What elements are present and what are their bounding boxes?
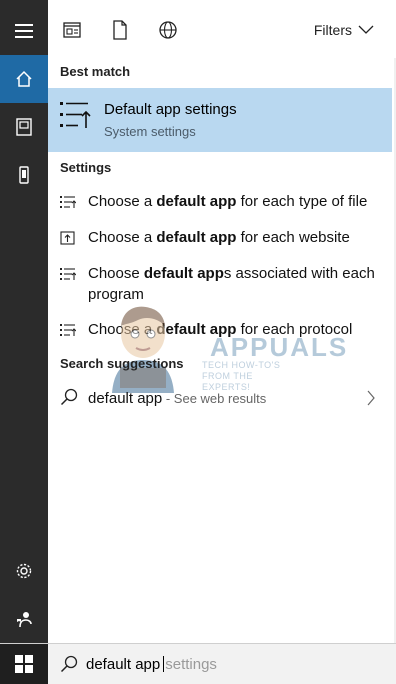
chevron-down-icon [358, 25, 374, 34]
best-match-title: Default app settings [104, 101, 237, 118]
filters-label: Filters [313, 22, 352, 38]
settings-item-file-type[interactable]: Choose a default app for each type of fi… [48, 191, 392, 219]
filters-button[interactable]: Filters [314, 22, 374, 38]
web-suggestion-row[interactable]: default app - See web results [48, 384, 392, 414]
gear-icon [16, 563, 32, 579]
default-apps-icon [60, 102, 91, 128]
best-match-heading: Best match [60, 64, 131, 79]
filter-toolbar: Filters [48, 0, 396, 58]
appuals-watermark: APPUALS TECH HOW-TO'S FROM THE EXPERTS! [98, 298, 346, 393]
home-icon [16, 70, 32, 87]
settings-heading: Settings [60, 160, 112, 175]
left-rail [0, 0, 48, 643]
feedback-icon [17, 612, 32, 628]
taskbar-search-box[interactable]: default app settings [48, 644, 396, 684]
web-icon[interactable] [158, 20, 178, 40]
default-apps-icon [60, 324, 76, 336]
chevron-right-icon [367, 390, 375, 406]
default-apps-icon [60, 268, 76, 280]
taskbar: default app settings [0, 643, 396, 684]
menu-button[interactable] [0, 7, 48, 55]
start-button[interactable] [0, 644, 48, 684]
search-input-text[interactable]: default app [86, 656, 160, 673]
watermark-title: APPUALS [210, 332, 349, 362]
documents-icon[interactable] [110, 20, 130, 40]
suggestion-separator: - [162, 391, 174, 406]
text-caret [163, 656, 165, 672]
search-icon [60, 388, 78, 406]
open-with-icon [60, 231, 75, 245]
document-icon [16, 118, 32, 136]
mascot-logo-icon [112, 306, 174, 393]
search-icon [60, 655, 78, 673]
settings-item-text: Choose a default app for each type of fi… [88, 193, 368, 210]
notebook-button[interactable] [0, 103, 48, 151]
apps-icon[interactable] [62, 20, 82, 40]
suggestion-term: default app [88, 390, 163, 407]
phone-icon [19, 166, 29, 184]
search-autocomplete: settings [165, 655, 217, 673]
home-button[interactable] [0, 55, 48, 103]
hamburger-icon [15, 24, 33, 38]
windows-logo-icon [15, 655, 33, 673]
search-suggestions-heading: Search suggestions [60, 356, 184, 371]
devices-button[interactable] [0, 151, 48, 199]
best-match-subtitle: System settings [104, 124, 196, 139]
suggestion-hint: See web results [173, 391, 267, 406]
feedback-button[interactable] [0, 595, 48, 643]
settings-item-text: Choose a default app for each website [88, 229, 350, 246]
settings-item-website[interactable]: Choose a default app for each website [48, 227, 392, 255]
default-apps-icon [60, 196, 76, 208]
best-match-result[interactable]: Default app settings System settings [48, 88, 392, 152]
settings-button[interactable] [0, 547, 48, 595]
